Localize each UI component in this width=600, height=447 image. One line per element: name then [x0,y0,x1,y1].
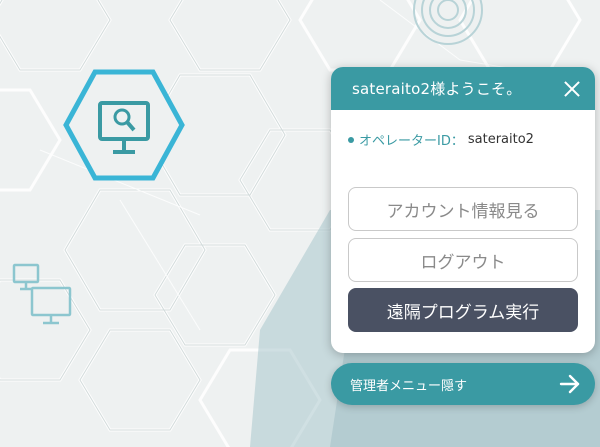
operator-id-label: オペレーターID： [359,134,464,149]
panel-title: sateraito2様ようこそ。 [352,80,522,98]
close-icon[interactable] [563,80,581,98]
bullet-dot-icon [348,136,354,143]
account-info-button[interactable]: アカウント情報見る [348,187,578,231]
arrow-right-icon [559,374,580,394]
hide-admin-menu-button[interactable]: 管理者メニュー隠す [331,363,595,405]
operator-id-value: sateraito2 [467,132,534,147]
operator-info: オペレーターID： sateraito2 [348,130,595,149]
hide-admin-menu-label: 管理者メニュー隠す [350,378,468,394]
user-panel: sateraito2様ようこそ。 オペレーターID： sateraito2 アカ… [331,67,595,353]
panel-header: sateraito2様ようこそ。 [331,67,595,110]
run-remote-program-button[interactable]: 遠隔プログラム実行 [348,288,578,332]
logout-button[interactable]: ログアウト [348,238,578,282]
